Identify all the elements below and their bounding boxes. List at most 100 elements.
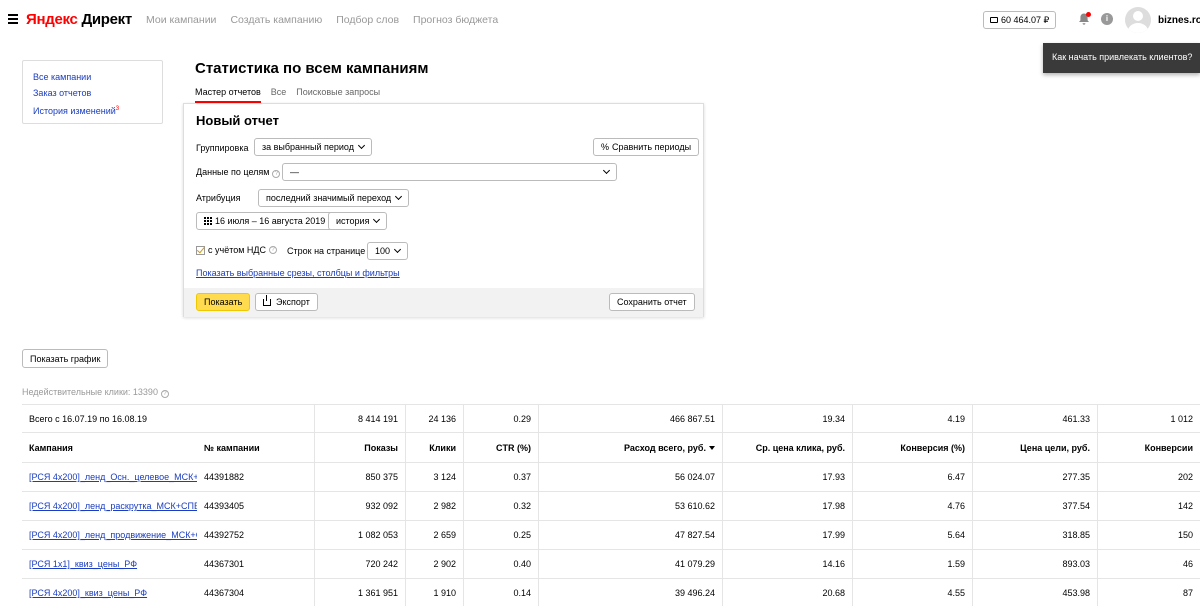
logo-yandex: Яндекс — [26, 11, 78, 28]
table-cell: 41 079.29 — [538, 550, 722, 578]
attribution-value: последний значимый переход — [266, 193, 392, 203]
column-header-impressions[interactable]: Показы — [314, 433, 405, 462]
campaign-link[interactable]: [РСЯ 4x200]_ленд_раскрутка_МСК+СПБ — [29, 501, 197, 511]
sort-desc-icon — [709, 445, 715, 450]
table-cell: 0.40 — [463, 550, 538, 578]
total-cell: 0.29 — [463, 405, 538, 432]
campaign-link[interactable]: [РСЯ 4x200]_ленд_продвижение_МСК+СПБ — [29, 530, 197, 540]
tab-all[interactable]: Все — [271, 87, 287, 103]
menu-icon[interactable] — [8, 14, 18, 24]
nav-create-campaign[interactable]: Создать кампанию — [230, 14, 322, 26]
vat-checkbox[interactable]: с учётом НДС? — [196, 245, 278, 255]
table-cell: 720 242 — [314, 550, 405, 578]
table-cell: 53 610.62 — [538, 492, 722, 520]
table-cell: 2 902 — [405, 550, 463, 578]
page-title: Статистика по всем кампаниям — [195, 60, 429, 77]
help-icon[interactable]: ? — [272, 170, 281, 178]
compare-label: Сравнить периоды — [612, 142, 692, 152]
column-header-campaign[interactable]: Кампания — [22, 433, 197, 462]
table-cell: 2 659 — [405, 521, 463, 549]
column-header-campaign-id[interactable]: № кампании — [197, 433, 314, 462]
chevron-down-icon — [602, 166, 611, 175]
column-header-conversions[interactable]: Конверсии — [1097, 433, 1200, 462]
campaign-link[interactable]: [РСЯ 4x200]_квиз_цены_РФ — [29, 588, 147, 598]
export-button[interactable]: Экспорт — [255, 293, 318, 311]
table-cell: 0.14 — [463, 579, 538, 606]
compare-periods-button[interactable]: % Сравнить периоды — [593, 138, 700, 156]
history-select[interactable]: история — [328, 212, 388, 230]
save-report-button[interactable]: Сохранить отчет — [609, 293, 695, 311]
nav-my-campaigns[interactable]: Мои кампании — [146, 14, 216, 26]
report-panel-footer: Показать Экспорт Сохранить отчет — [184, 288, 703, 317]
info-icon[interactable]: i — [1101, 13, 1113, 25]
table-cell: 453.98 — [972, 579, 1097, 606]
export-icon — [263, 294, 271, 306]
username[interactable]: biznes.rok — [1158, 15, 1200, 26]
table-cell: 20.68 — [722, 579, 852, 606]
table-cell: 5.64 — [852, 521, 972, 549]
tab-report-wizard[interactable]: Мастер отчетов — [195, 87, 261, 103]
total-cell: 24 136 — [405, 405, 463, 432]
tab-search-queries[interactable]: Поисковые запросы — [296, 87, 380, 103]
show-slices-link[interactable]: Показать выбранные срезы, столбцы и филь… — [196, 268, 400, 278]
column-header-conversion-rate[interactable]: Конверсия (%) — [852, 433, 972, 462]
campaign-link[interactable]: [РСЯ 4x200]_ленд_Осн._целевое_МСК+СПБ — [29, 472, 197, 482]
table-row: [РСЯ 4x200]_ленд_продвижение_МСК+СПБ 4439… — [22, 521, 1200, 550]
top-nav: Мои кампании Создать кампанию Подбор сло… — [146, 14, 498, 26]
show-chart-button[interactable]: Показать график — [22, 349, 109, 368]
campaign-name-cell: [РСЯ 4x200]_ленд_раскрутка_МСК+СПБ — [22, 492, 197, 520]
goals-label: Данные по целям? — [196, 167, 281, 178]
column-header-avg-cpc[interactable]: Ср. цена клика, руб. — [722, 433, 852, 462]
column-header-cpa[interactable]: Цена цели, руб. — [972, 433, 1097, 462]
column-header-clicks[interactable]: Клики — [405, 433, 463, 462]
table-cell: 3 124 — [405, 463, 463, 491]
nav-keyword-selection[interactable]: Подбор слов — [336, 14, 399, 26]
table-row: [РСЯ 4x200]_ленд_раскрутка_МСК+СПБ 443934… — [22, 492, 1200, 521]
sidebar-item-order-reports[interactable]: Заказ отчетов — [33, 85, 152, 101]
grouping-select[interactable]: за выбранный период — [254, 138, 372, 156]
calendar-icon — [204, 217, 212, 225]
balance-button[interactable]: 60 464.07 ₽ — [983, 11, 1057, 29]
help-icon[interactable]: ? — [269, 246, 278, 254]
checkbox-checked-icon[interactable] — [196, 245, 205, 255]
column-header-spend[interactable]: Расход всего, руб. — [538, 433, 722, 462]
table-header: Кампания № кампании Показы Клики CTR (%)… — [22, 433, 1200, 463]
avatar[interactable] — [1125, 7, 1151, 33]
nav-budget-forecast[interactable]: Прогноз бюджета — [413, 14, 498, 26]
total-cell: 8 414 191 — [314, 405, 405, 432]
table-cell: 1 361 951 — [314, 579, 405, 606]
attribution-select[interactable]: последний значимый переход — [258, 189, 410, 207]
logo[interactable]: Яндекс Директ — [26, 11, 132, 28]
table-cell: 6.47 — [852, 463, 972, 491]
report-panel: Новый отчет Группировка за выбранный пер… — [183, 103, 704, 317]
wallet-icon — [990, 17, 998, 23]
table-cell: 4.76 — [852, 492, 972, 520]
show-button[interactable]: Показать — [196, 293, 251, 311]
help-icon[interactable]: ? — [160, 390, 169, 398]
campaign-link[interactable]: [РСЯ 1x1]_квиз_цены_РФ — [29, 559, 137, 569]
table-cell: 17.99 — [722, 521, 852, 549]
column-header-ctr[interactable]: CTR (%) — [463, 433, 538, 462]
sidebar: Все кампании Заказ отчетов История измен… — [22, 60, 163, 124]
goals-select[interactable]: — — [282, 163, 617, 181]
logo-direct: Директ — [81, 11, 132, 28]
table-cell: 0.25 — [463, 521, 538, 549]
top-header: Яндекс Директ Мои кампании Создать кампа… — [0, 0, 1200, 40]
export-label: Экспорт — [276, 297, 310, 307]
bell-icon[interactable] — [1077, 12, 1091, 26]
table-cell: 150 — [1097, 521, 1200, 549]
table-cell: 850 375 — [314, 463, 405, 491]
goals-label-text: Данные по целям — [196, 167, 270, 177]
sidebar-item-change-history[interactable]: История изменений3 — [33, 101, 152, 119]
sidebar-item-all-campaigns[interactable]: Все кампании — [33, 69, 152, 85]
table-cell: 44392752 — [204, 530, 245, 540]
help-tooltip[interactable]: Как начать привлекать клиентов? — [1043, 43, 1200, 73]
table-cell: 0.37 — [463, 463, 538, 491]
report-tabs: Мастер отчетов Все Поисковые запросы — [195, 87, 380, 103]
rows-per-page-select[interactable]: 100 — [367, 242, 409, 260]
table-cell: 318.85 — [972, 521, 1097, 549]
table-cell: 277.35 — [972, 463, 1097, 491]
history-value: история — [336, 216, 370, 226]
date-range-picker[interactable]: 16 июля – 16 августа 2019 — [196, 212, 334, 230]
campaign-name-cell: [РСЯ 4x200]_квиз_цены_РФ — [22, 579, 197, 606]
